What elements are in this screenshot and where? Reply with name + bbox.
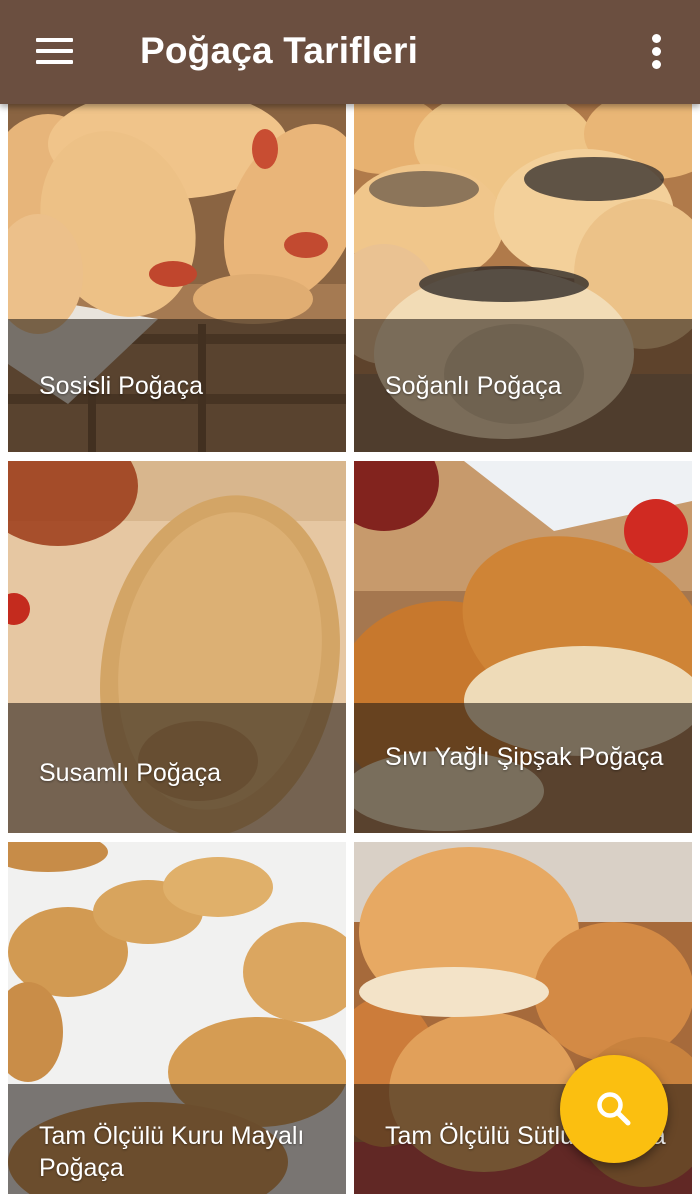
recipe-card-susamli[interactable]: Susamlı Poğaça bbox=[8, 461, 346, 833]
recipe-card-sosisli[interactable]: Sosisli Poğaça bbox=[8, 104, 346, 452]
menu-button[interactable] bbox=[36, 38, 73, 64]
recipe-card-sivi-yagli[interactable]: Sıvı Yağlı Şipşak Poğaça bbox=[354, 461, 692, 833]
hamburger-menu-icon-bar bbox=[36, 60, 73, 64]
app-title: Poğaça Tarifleri bbox=[140, 30, 419, 71]
recipe-title: Susamlı Poğaça bbox=[39, 759, 222, 787]
app-bar: Poğaça Tarifleri bbox=[0, 0, 700, 104]
more-vert-icon-dot bbox=[652, 60, 661, 69]
search-button[interactable] bbox=[560, 1055, 668, 1163]
recipe-title: Sıvı Yağlı Şipşak Poğaça bbox=[385, 743, 664, 771]
recipe-grid: Sosisli Poğaça Soğanlı Poğaça Susamlı Po… bbox=[0, 104, 700, 1194]
recipe-title: Sosisli Poğaça bbox=[39, 372, 203, 400]
recipe-card-soganli[interactable]: Soğanlı Poğaça bbox=[354, 104, 692, 452]
more-vert-icon-dot bbox=[652, 47, 661, 56]
recipe-title: Tam Ölçülü Kuru Mayalı Poğaça bbox=[39, 1122, 305, 1182]
recipe-title: Soğanlı Poğaça bbox=[385, 372, 562, 400]
recipe-card-kuru-mayali[interactable]: Tam Ölçülü Kuru Mayalı Poğaça bbox=[8, 842, 346, 1194]
overflow-menu-button[interactable] bbox=[646, 34, 668, 69]
more-vert-icon bbox=[652, 34, 661, 43]
search-icon bbox=[597, 1092, 631, 1126]
hamburger-menu-icon-bar bbox=[36, 49, 73, 53]
hamburger-menu-icon bbox=[36, 38, 73, 42]
